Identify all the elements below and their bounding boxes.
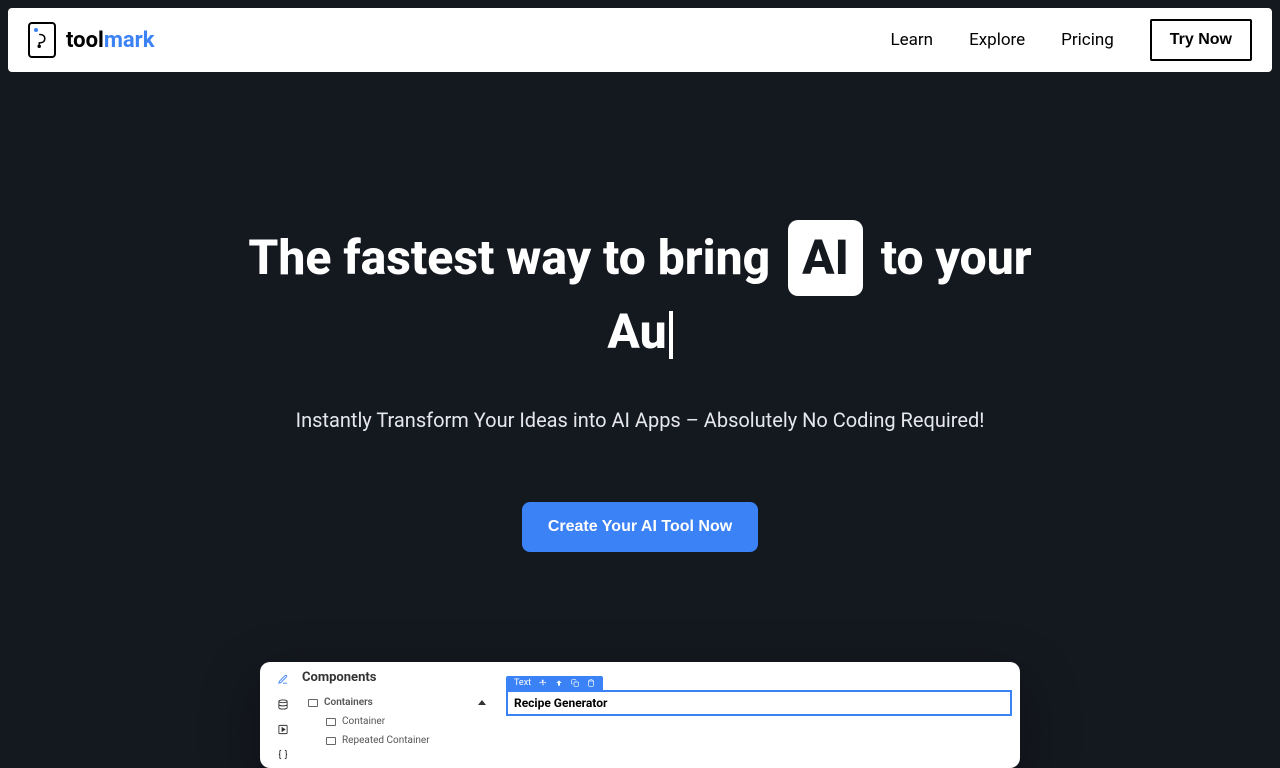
- preview-components-title: Components: [302, 670, 498, 685]
- nav-learn[interactable]: Learn: [891, 30, 934, 50]
- preview-play-icon: [276, 724, 290, 735]
- move-icon: [539, 679, 547, 687]
- try-now-button[interactable]: Try Now: [1150, 19, 1252, 61]
- preview-database-icon: [276, 699, 290, 710]
- hero-title-part2: to your: [869, 229, 1032, 286]
- preview-canvas: Text Recipe Generator: [498, 670, 1012, 760]
- preview-containers-header: Containers: [302, 693, 498, 712]
- folder-icon: [308, 699, 318, 707]
- logo-area[interactable]: toolmark: [28, 22, 154, 58]
- main-header: toolmark Learn Explore Pricing Try Now: [8, 8, 1272, 72]
- trash-icon: [587, 679, 595, 687]
- toolbar-text-label: Text: [514, 678, 531, 688]
- hero-title-part1: The fastest way to bring: [248, 229, 782, 286]
- logo-icon: [28, 22, 56, 58]
- hero-title: The fastest way to bring AI to your Au: [190, 220, 1090, 368]
- repeated-container-icon: [326, 737, 336, 745]
- main-nav: Learn Explore Pricing Try Now: [891, 19, 1253, 61]
- preview-element-toolbar: Text: [506, 676, 603, 690]
- hero-subtitle: Instantly Transform Your Ideas into AI A…: [0, 408, 1280, 432]
- preview-edit-icon: [276, 674, 290, 685]
- preview-repeated-container-item: Repeated Container: [302, 731, 498, 750]
- cta-button[interactable]: Create Your AI Tool Now: [522, 502, 758, 552]
- chevron-up-icon: [478, 700, 486, 705]
- container-icon: [326, 718, 336, 726]
- arrow-up-icon: [555, 679, 563, 687]
- screenshot-preview: Components Containers Container Repeated…: [260, 662, 1020, 768]
- preview-components-panel: Components Containers Container Repeated…: [298, 670, 498, 760]
- container-label: Container: [342, 716, 385, 727]
- preview-container-item: Container: [302, 712, 498, 731]
- nav-pricing[interactable]: Pricing: [1061, 30, 1114, 50]
- preview-braces-icon: [276, 749, 290, 760]
- typing-text: Au: [607, 303, 672, 360]
- logo-text: toolmark: [66, 28, 154, 53]
- copy-icon: [571, 679, 579, 687]
- hero-section: The fastest way to bring AI to your Au I…: [0, 80, 1280, 552]
- ai-badge: AI: [788, 220, 863, 296]
- repeated-container-label: Repeated Container: [342, 735, 430, 746]
- containers-label: Containers: [324, 697, 373, 708]
- preview-text-element: Recipe Generator: [506, 690, 1012, 716]
- preview-sidebar: [268, 670, 298, 760]
- nav-explore[interactable]: Explore: [969, 30, 1025, 50]
